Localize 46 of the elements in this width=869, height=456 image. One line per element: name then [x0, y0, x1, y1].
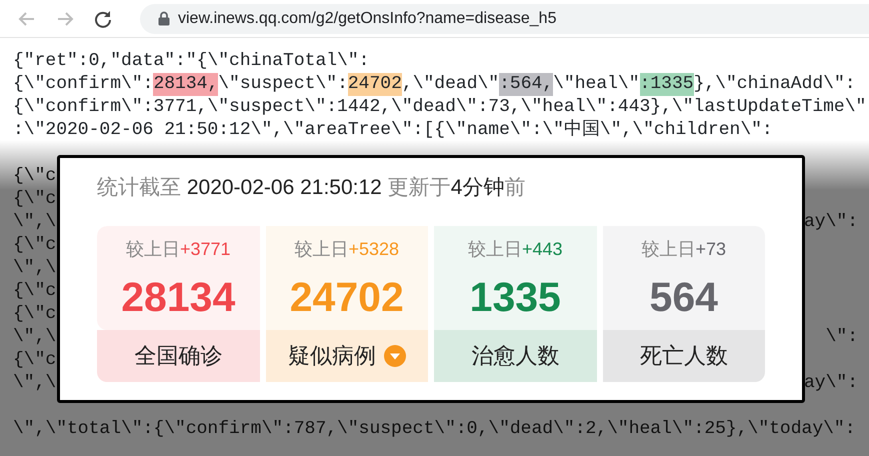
highlighted-value: :1335	[640, 73, 694, 96]
json-text: \":	[826, 326, 859, 349]
change-label: 较上日	[294, 238, 348, 260]
address-bar[interactable]: view.inews.qq.com/g2/getOnsInfo?name=disease_h5	[140, 4, 869, 34]
json-text: {\"c	[13, 188, 56, 211]
json-text: \",\	[13, 326, 56, 349]
json-text: \",\	[13, 372, 56, 395]
stat-label: 死亡人数	[640, 342, 728, 370]
json-text: \"suspect\":	[218, 73, 348, 96]
json-text: },\"chinaAdd\":	[694, 73, 856, 96]
stat-label: 治愈人数	[471, 342, 560, 370]
stat-label: 全国确诊	[134, 342, 222, 370]
change-value: +5328	[348, 238, 400, 260]
json-text: {\"c	[13, 165, 56, 188]
json-text: {\"confirm\":3771,\"suspect\":1442,\"dead\":73,\"heal\":443},\"lastUpdateTime\"	[13, 96, 866, 119]
highlighted-value: 28134,	[153, 73, 218, 96]
change-value: +3771	[180, 238, 231, 260]
change-label: 较上日	[468, 238, 522, 260]
json-text: :\"2020-02-06 21:50:12\",\"areaTree\":[{\"name\":\"中国\",\"children\":	[13, 119, 773, 142]
lock-icon	[158, 11, 170, 26]
json-text: \"heal\"	[553, 73, 640, 96]
json-text: ay\":	[804, 372, 859, 395]
highlighted-value: :564,	[499, 73, 554, 96]
json-text: \",\"total\":{\"confirm\":787,\"suspect\":0,\"dead\":2,\"heal\":25},\"today\":	[13, 418, 856, 441]
json-text: {"ret":0,"data":"{\"chinaTotal\":	[13, 50, 370, 73]
update-time-text: 统计截至 2020-02-06 21:50:12 更新于4分钟前	[97, 175, 526, 201]
json-text: ,\"dead\"	[402, 73, 500, 96]
stat-number: 24702	[290, 276, 404, 318]
change-label: 较上日	[126, 238, 180, 260]
stat-label: 疑似病例	[288, 342, 376, 370]
json-text: {\"c	[13, 280, 56, 303]
json-text: {\"c	[13, 303, 56, 326]
json-text: \",\	[13, 211, 56, 234]
json-text: {\"c	[13, 234, 56, 257]
json-text: {\"c	[13, 349, 56, 372]
json-text: ay\":	[804, 211, 859, 234]
change-value: +443	[522, 238, 563, 260]
dropdown-caret-icon[interactable]	[384, 344, 406, 366]
stat-number: 28134	[121, 276, 236, 318]
stat-number: 564	[650, 276, 718, 318]
highlighted-value: 24702	[348, 73, 402, 96]
stat-number: 1335	[470, 276, 561, 318]
json-text: {\"confirm\":	[13, 73, 154, 96]
change-label: 较上日	[641, 238, 696, 260]
json-text: \",\	[13, 257, 56, 280]
change-value: +73	[695, 238, 726, 260]
